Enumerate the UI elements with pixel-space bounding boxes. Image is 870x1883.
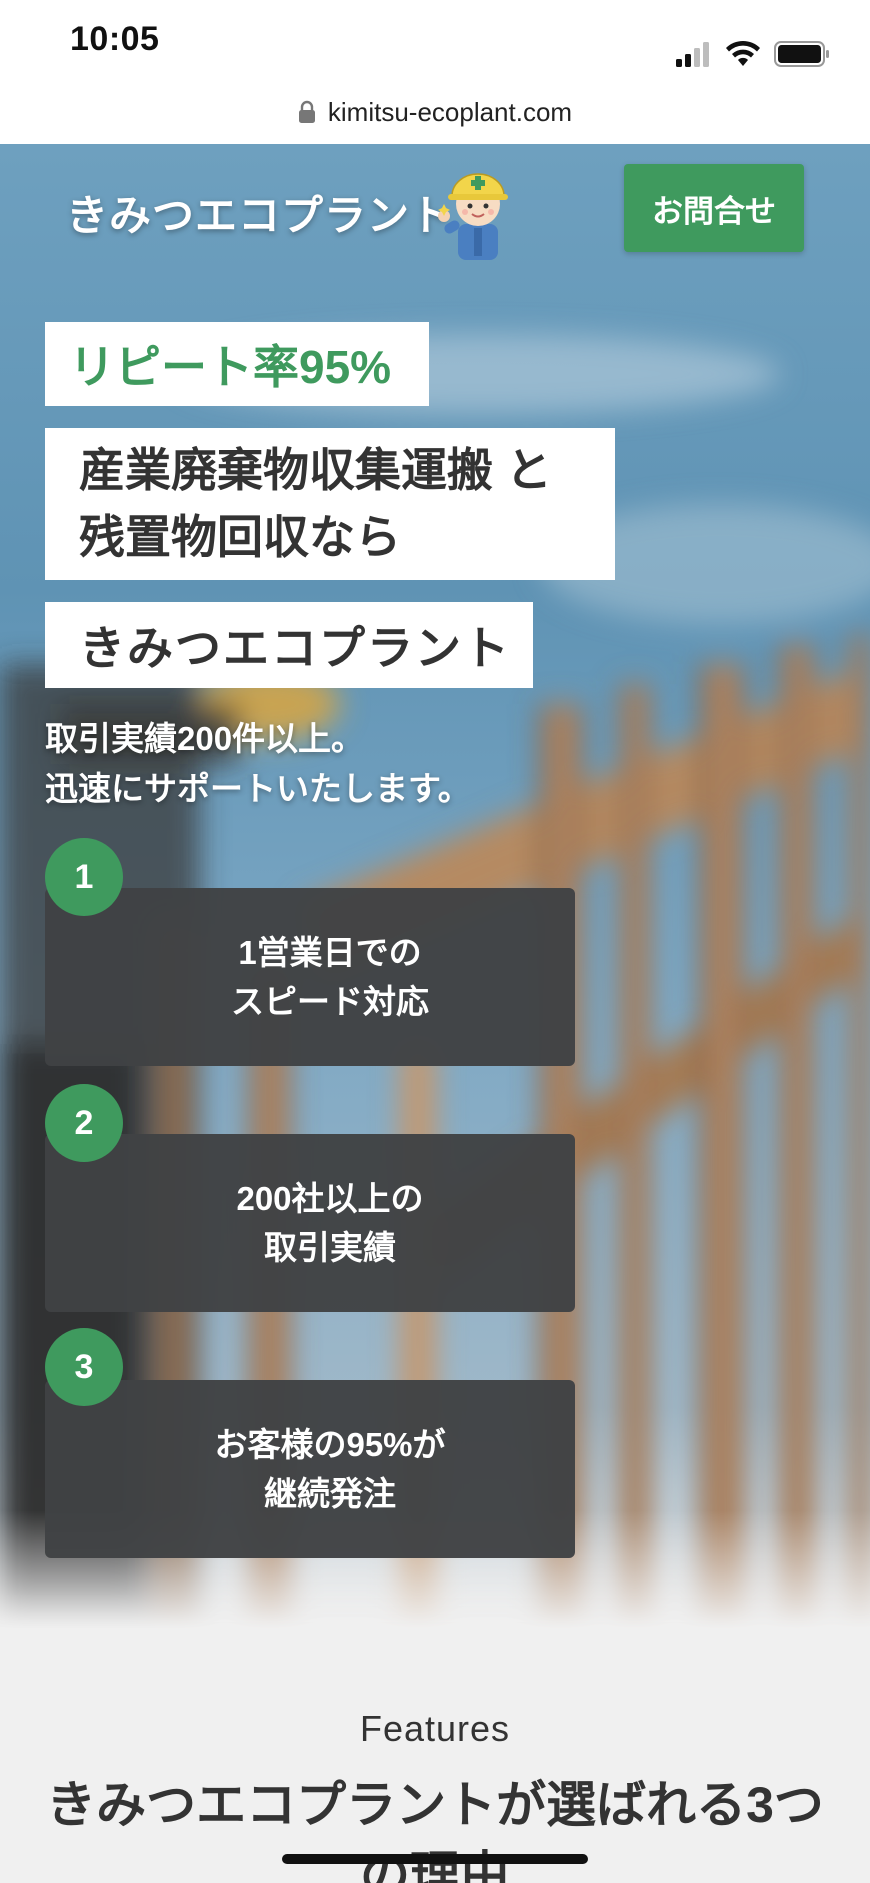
wifi-icon bbox=[726, 40, 760, 66]
contact-button[interactable]: お問合せ bbox=[624, 164, 804, 252]
status-icons bbox=[674, 40, 830, 68]
home-indicator[interactable] bbox=[282, 1854, 588, 1864]
features-eyebrow: Features bbox=[359, 1708, 511, 1749]
feature-number-badge-2: 2 bbox=[45, 1084, 123, 1162]
feature-card-line2: 取引実績 bbox=[264, 1229, 396, 1266]
feature-card-line1: 1営業日での bbox=[238, 933, 422, 971]
feature-card-line2: スピード対応 bbox=[231, 983, 429, 1020]
feature-card-line2: 継続発注 bbox=[264, 1475, 396, 1512]
cellular-signal-icon bbox=[676, 42, 709, 67]
status-time: 10:05 bbox=[70, 20, 160, 58]
hero-headline: 産業廃棄物収集運搬 と 残置物回収なら bbox=[45, 428, 615, 580]
feature-card-2: 200社以上の 取引実績 bbox=[45, 1134, 575, 1312]
company-name-tag: きみつエコプラント bbox=[45, 602, 533, 688]
feature-card-1: 1営業日での スピード対応 bbox=[45, 888, 575, 1066]
address-bar[interactable]: kimitsu-ecoplant.com bbox=[0, 80, 870, 144]
feature-card-3: お客様の95%が 継続発注 bbox=[45, 1380, 575, 1558]
features-title-line1: きみつエコプラントが選ばれる3つ bbox=[46, 1777, 824, 1833]
repeat-rate-tag: リピート率95% bbox=[45, 322, 429, 406]
feature-number-badge-1: 1 bbox=[45, 838, 123, 916]
status-bar: 10:05 bbox=[0, 0, 870, 80]
feature-card-line1: お客様の95%が bbox=[214, 1425, 446, 1463]
battery-icon bbox=[774, 41, 829, 67]
hero-description: 取引実績200件以上。 迅速にサポートいたします。 bbox=[45, 714, 765, 813]
features-title: きみつエコプラントが選ばれる3つ の理由 bbox=[0, 1770, 870, 1883]
lock-icon bbox=[298, 100, 315, 123]
url-text: kimitsu-ecoplant.com bbox=[327, 96, 573, 127]
hero-headline-line1: 産業廃棄物収集運搬 と bbox=[79, 444, 552, 497]
hero-headline-line2: 残置物回収なら bbox=[79, 511, 401, 563]
hero-description-line2: 迅速にサポートいたします。 bbox=[45, 769, 471, 807]
site-logo[interactable]: きみつエコプラント bbox=[66, 182, 453, 243]
feature-card-line1: 200社以上の bbox=[236, 1179, 424, 1217]
hero-description-line1: 取引実績200件以上。 bbox=[45, 720, 365, 757]
hero-section: きみつエコプラント お問合せ リピート率95% 産業廃棄物収集運搬 と 残置物回… bbox=[0, 144, 870, 1630]
feature-number-badge-3: 3 bbox=[45, 1328, 123, 1406]
mascot-illustration bbox=[438, 173, 508, 260]
